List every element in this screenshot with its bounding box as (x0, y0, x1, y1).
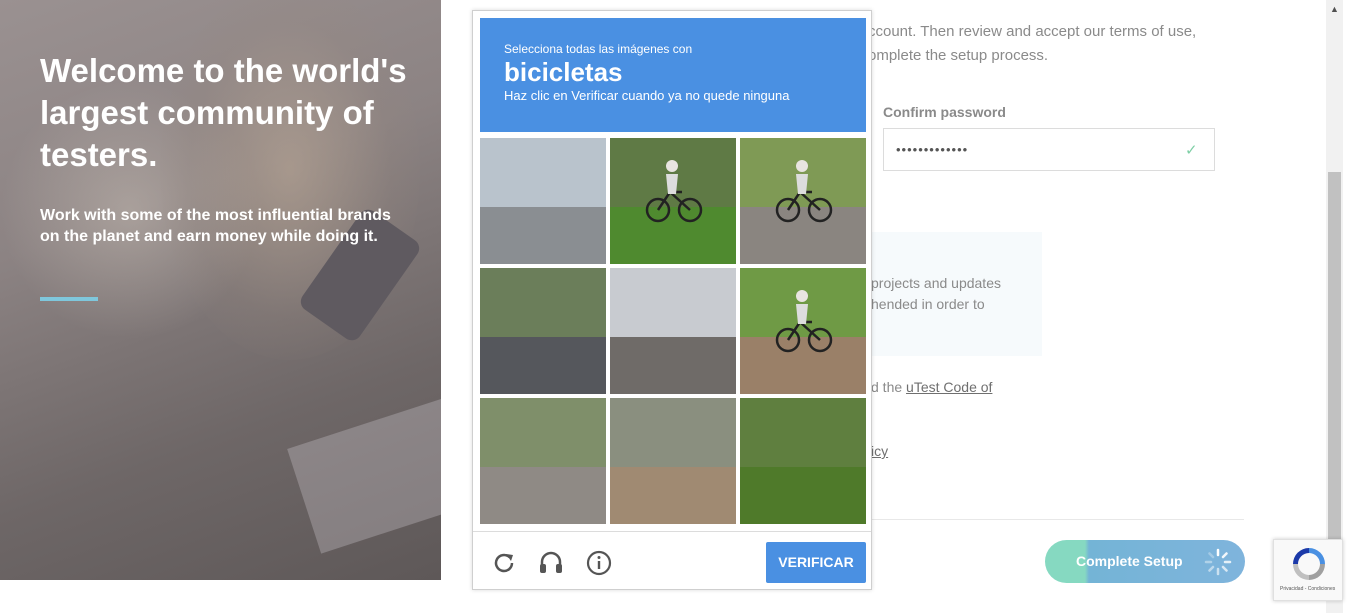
scroll-up-arrow-icon[interactable]: ▲ (1330, 4, 1339, 14)
tile-ground (740, 467, 866, 524)
captcha-tile-bushes[interactable] (740, 398, 866, 524)
recaptcha-badge[interactable]: Privacidad - Condiciones (1273, 539, 1343, 601)
captcha-image-grid (480, 138, 866, 524)
bicycle-icon (775, 290, 833, 353)
hero-photo-paper (287, 396, 441, 554)
tile-ground (480, 207, 606, 264)
hero-panel: Welcome to the world's largest community… (0, 0, 441, 580)
captcha-tile-street-lights[interactable] (480, 138, 606, 264)
code-prefix: d the (871, 379, 907, 395)
info-icon[interactable] (585, 549, 613, 577)
captcha-tile-street-car[interactable] (480, 398, 606, 524)
tile-background (480, 138, 606, 208)
captcha-challenge: Selecciona todas las imágenes con bicicl… (472, 10, 872, 590)
recaptcha-links[interactable]: Privacidad - Condiciones (1280, 586, 1335, 592)
spinner-icon (1204, 548, 1232, 576)
captcha-tile-cyclist-curb[interactable] (740, 268, 866, 394)
form-divider (872, 519, 1244, 520)
verify-button[interactable]: VERIFICAR (766, 542, 866, 583)
tile-background (480, 268, 606, 338)
confirm-password-label: Confirm password (883, 104, 1006, 120)
tile-ground (610, 337, 736, 394)
confirm-password-field[interactable]: ••••••••••••• (883, 128, 1215, 171)
captcha-target: bicicletas (504, 57, 623, 87)
captcha-tile-road-car[interactable] (480, 268, 606, 394)
tile-ground (480, 337, 606, 394)
tile-background (740, 398, 866, 468)
info-text: projects and updates hended in order to (871, 275, 1001, 312)
scrollbar-thumb[interactable] (1328, 172, 1341, 542)
bicycle-icon (775, 160, 833, 223)
form-intro-text: ccount. Then review and accept our terms… (868, 23, 1197, 64)
tile-background (610, 268, 736, 338)
code-of-conduct-link[interactable]: uTest Code of (906, 379, 992, 395)
captcha-tile-cyclist-grass[interactable] (610, 138, 736, 264)
audio-icon[interactable] (537, 549, 565, 577)
code-of-conduct-text: d the uTest Code of (871, 379, 992, 395)
captcha-hint: Haz clic en Verificar cuando ya no quede… (504, 88, 790, 103)
captcha-tile-cyclist-road[interactable] (740, 138, 866, 264)
tile-ground (480, 467, 606, 524)
captcha-instruction: Selecciona todas las imágenes con (504, 42, 693, 56)
hero-heading: Welcome to the world's largest community… (40, 52, 407, 173)
captcha-header: Selecciona todas las imágenes con bicicl… (480, 18, 866, 132)
checkmark-icon: ✓ (1185, 142, 1198, 159)
captcha-tile-tractor-field[interactable] (610, 398, 736, 524)
tile-background (480, 398, 606, 468)
captcha-footer-divider (473, 531, 871, 532)
hero-accent-bar (40, 297, 98, 301)
recaptcha-logo-icon (1293, 548, 1325, 580)
reload-icon[interactable] (490, 549, 518, 577)
tile-background (610, 398, 736, 468)
bicycle-icon (645, 160, 703, 223)
tile-ground (610, 467, 736, 524)
captcha-tile-city-towers[interactable] (610, 268, 736, 394)
hero-subheading: Work with some of the most influential b… (40, 207, 391, 245)
privacy-policy-link[interactable]: icy (871, 443, 888, 459)
